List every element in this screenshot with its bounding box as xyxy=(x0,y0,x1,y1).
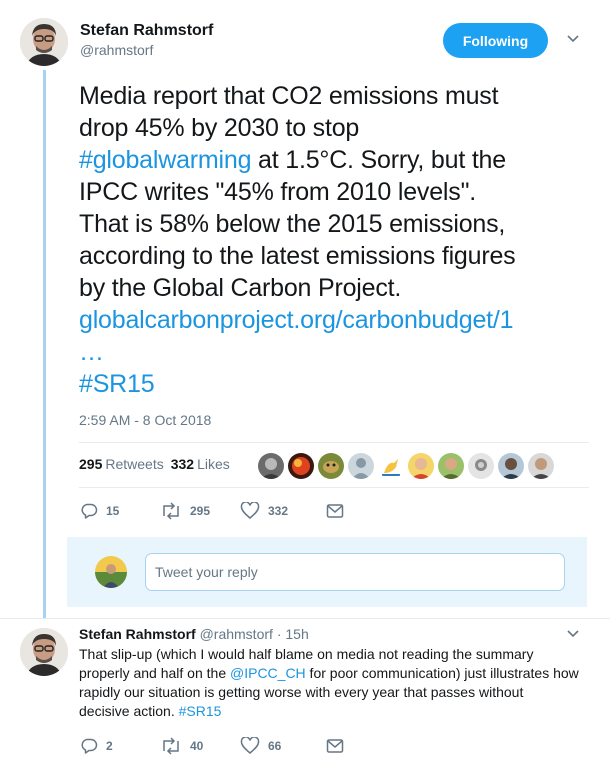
direct-message-button[interactable] xyxy=(326,738,352,754)
hashtag-sr15-link[interactable]: #SR15 xyxy=(79,370,155,398)
tweet-line: drop 45% by 2030 to stop xyxy=(79,112,599,144)
liker-avatar[interactable] xyxy=(348,453,374,479)
current-user-avatar xyxy=(95,556,127,588)
reply-button[interactable]: 15 xyxy=(80,502,160,520)
likes-count: 332 xyxy=(170,456,195,472)
author-name[interactable]: Stefan Rahmstorf xyxy=(80,22,213,40)
like-count: 332 xyxy=(268,504,289,518)
tweet-line: #globalwarming at 1.5°C. Sorry, but the xyxy=(79,144,599,176)
ipcc-mention-link[interactable]: @IPCC_CH xyxy=(230,665,306,681)
reply-input[interactable] xyxy=(145,553,565,591)
liker-avatar[interactable] xyxy=(318,453,344,479)
reply-line: properly and half on the @IPCC_CH for po… xyxy=(79,664,579,683)
heart-icon xyxy=(240,502,260,519)
tweet-line-text: Media report that CO2 emissions must xyxy=(79,82,499,110)
tweet-actions: 15 295 332 xyxy=(80,502,352,520)
like-button[interactable]: 66 xyxy=(240,737,326,755)
direct-message-button[interactable] xyxy=(326,503,352,519)
like-count: 66 xyxy=(268,739,282,753)
liker-avatar[interactable] xyxy=(258,453,284,479)
reply-line-text: properly and half on the xyxy=(79,665,230,681)
liker-avatar[interactable] xyxy=(378,453,404,479)
retweet-count: 295 xyxy=(190,504,211,518)
retweet-icon xyxy=(163,737,179,755)
divider xyxy=(79,487,589,488)
tweet-stats: 295 Retweets 332 Likes xyxy=(79,456,237,472)
tweet-separator xyxy=(0,618,610,619)
liker-avatar[interactable] xyxy=(408,453,434,479)
tweet-line: by the Global Carbon Project. xyxy=(79,272,599,304)
tweet-line-text: drop 45% by 2030 to stop xyxy=(79,114,360,142)
tweet-text: Media report that CO2 emissions must dro… xyxy=(79,80,599,400)
hashtag-globalwarming-link[interactable]: #globalwarming xyxy=(79,146,252,174)
reply-line-text: decisive action. xyxy=(79,703,179,719)
retweets-stat[interactable]: 295 Retweets xyxy=(79,456,164,472)
liker-avatar[interactable] xyxy=(498,453,524,479)
reply-icon xyxy=(81,503,98,519)
reply-button[interactable]: 2 xyxy=(80,737,160,755)
reply-author-avatar[interactable] xyxy=(20,628,68,676)
tweet-line-text: at 1.5°C. Sorry, but the xyxy=(251,146,506,174)
tweet-line: #SR15 xyxy=(79,368,599,400)
likers-avatars xyxy=(258,453,558,479)
reply-line: rapidly our situation is getting worse w… xyxy=(79,684,524,700)
reply-author-handle[interactable]: @rahmstorf xyxy=(200,626,273,642)
heart-icon xyxy=(240,737,260,754)
reply-count: 2 xyxy=(106,739,113,753)
tweet-line-text: according to the latest emissions figure… xyxy=(79,242,516,270)
tweet-line-text: by the Global Carbon Project. xyxy=(79,274,402,302)
reply-line-text: for poor communication) just illustrates… xyxy=(305,665,579,681)
tweet-timestamp[interactable]: 2:59 AM - 8 Oct 2018 xyxy=(79,412,211,428)
retweets-label: Retweets xyxy=(105,456,164,472)
divider xyxy=(79,442,589,443)
likes-stat[interactable]: 332 Likes xyxy=(171,456,230,472)
tweet-line-text: IPCC writes "45% from 2010 levels". xyxy=(79,178,477,206)
tweet-line: That is 58% below the 2015 emissions, xyxy=(79,208,599,240)
tweet-line: globalcarbonproject.org/carbonbudget/1 xyxy=(79,304,599,336)
tweet-line: … xyxy=(79,336,599,368)
reply-text: That slip-up (which I would half blame o… xyxy=(79,645,579,721)
reply-line: That slip-up (which I would half blame o… xyxy=(79,646,534,662)
message-icon xyxy=(326,739,344,753)
following-button[interactable]: Following xyxy=(443,23,548,58)
author-handle[interactable]: @rahmstorf xyxy=(80,42,153,58)
like-button[interactable]: 332 xyxy=(240,502,326,520)
link-ellipsis[interactable]: … xyxy=(79,338,104,366)
thread-connector xyxy=(43,70,46,618)
tweet-line: Media report that CO2 emissions must xyxy=(79,80,599,112)
liker-avatar[interactable] xyxy=(438,453,464,479)
chevron-down-icon[interactable] xyxy=(567,630,579,638)
retweet-button[interactable]: 295 xyxy=(160,502,240,520)
chevron-down-icon[interactable] xyxy=(567,35,579,43)
reply-header: Stefan Rahmstorf @rahmstorf · 15h xyxy=(79,626,309,642)
liker-avatar[interactable] xyxy=(468,453,494,479)
hashtag-sr15-link[interactable]: #SR15 xyxy=(179,703,222,719)
author-avatar[interactable] xyxy=(20,18,68,66)
reply-line: decisive action. #SR15 xyxy=(79,702,579,721)
reply-actions: 2 40 66 xyxy=(80,737,352,755)
liker-avatar[interactable] xyxy=(288,453,314,479)
reply-author-name[interactable]: Stefan Rahmstorf xyxy=(79,626,196,642)
reply-age[interactable]: 15h xyxy=(285,626,308,642)
message-icon xyxy=(326,504,344,518)
likes-label: Likes xyxy=(197,456,230,472)
liker-avatar[interactable] xyxy=(528,453,554,479)
retweet-count: 40 xyxy=(190,739,204,753)
retweet-button[interactable]: 40 xyxy=(160,737,240,755)
reply-dot: · xyxy=(276,626,282,642)
reply-count: 15 xyxy=(106,504,120,518)
tweet-line: IPCC writes "45% from 2010 levels". xyxy=(79,176,599,208)
carbonbudget-link[interactable]: globalcarbonproject.org/carbonbudget/1 xyxy=(79,306,514,334)
tweet-line-text: That is 58% below the 2015 emissions, xyxy=(79,210,506,238)
reply-icon xyxy=(81,738,98,754)
retweets-count: 295 xyxy=(79,456,103,472)
tweet-line: according to the latest emissions figure… xyxy=(79,240,599,272)
retweet-icon xyxy=(163,502,179,520)
